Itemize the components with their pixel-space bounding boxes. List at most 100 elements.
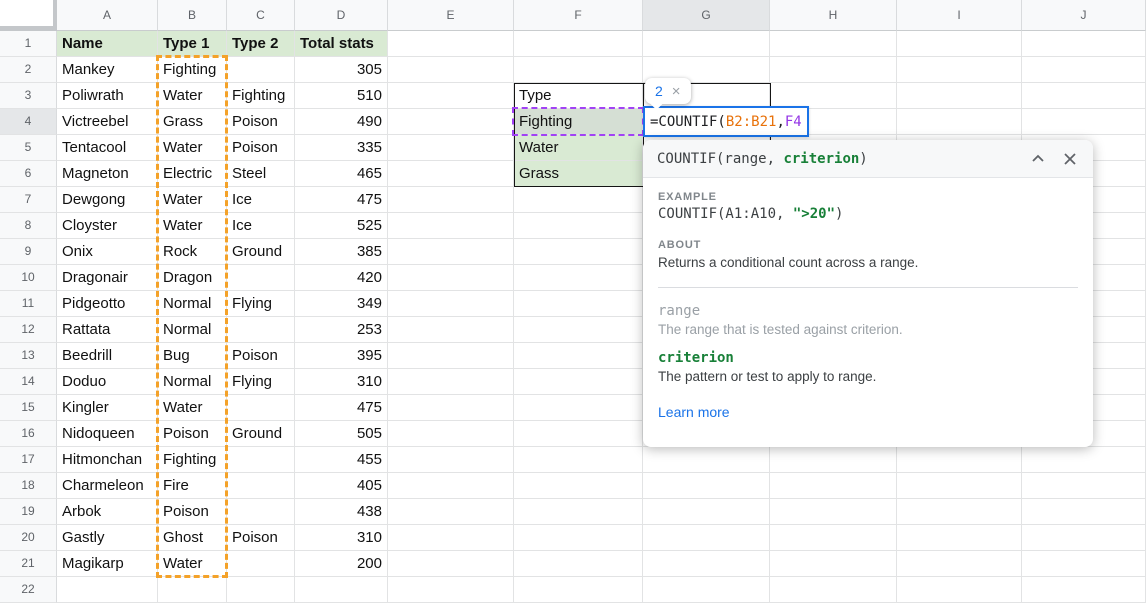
cell-I20[interactable] [897,525,1022,551]
cell-A15[interactable]: Kingler [57,395,158,421]
cell-E15[interactable] [388,395,514,421]
learn-more-link[interactable]: Learn more [658,404,730,420]
cell-E17[interactable] [388,447,514,473]
cell-A22[interactable] [57,577,158,603]
row-header-16[interactable]: 16 [0,421,57,447]
cell-B8[interactable]: Water [158,213,227,239]
row-header-12[interactable]: 12 [0,317,57,343]
row-header-4[interactable]: 4 [0,109,57,135]
cell-C13[interactable]: Poison [227,343,295,369]
cell-G19[interactable] [643,499,770,525]
cell-D10[interactable]: 420 [295,265,388,291]
cell-C18[interactable] [227,473,295,499]
cell-B2[interactable]: Fighting [158,57,227,83]
row-header-10[interactable]: 10 [0,265,57,291]
column-header-B[interactable]: B [158,0,227,31]
cell-D18[interactable]: 405 [295,473,388,499]
cell-H1[interactable] [770,31,897,57]
cell-C22[interactable] [227,577,295,603]
row-header-15[interactable]: 15 [0,395,57,421]
cell-F6[interactable]: Grass [514,161,643,187]
cell-I2[interactable] [897,57,1022,83]
cell-C14[interactable]: Flying [227,369,295,395]
cell-H17[interactable] [770,447,897,473]
cell-J21[interactable] [1022,551,1146,577]
row-header-19[interactable]: 19 [0,499,57,525]
cell-D3[interactable]: 510 [295,83,388,109]
cell-E18[interactable] [388,473,514,499]
cell-D4[interactable]: 490 [295,109,388,135]
cell-D17[interactable]: 455 [295,447,388,473]
cell-C19[interactable] [227,499,295,525]
cell-G1[interactable] [643,31,770,57]
cell-G20[interactable] [643,525,770,551]
cell-J2[interactable] [1022,57,1146,83]
column-header-H[interactable]: H [770,0,897,31]
cell-J20[interactable] [1022,525,1146,551]
cell-C5[interactable]: Poison [227,135,295,161]
cell-D9[interactable]: 385 [295,239,388,265]
cell-F22[interactable] [514,577,643,603]
cell-B21[interactable]: Water [158,551,227,577]
cell-H19[interactable] [770,499,897,525]
row-header-9[interactable]: 9 [0,239,57,265]
row-header-8[interactable]: 8 [0,213,57,239]
cell-J4[interactable] [1022,109,1146,135]
cell-D11[interactable]: 349 [295,291,388,317]
cell-B1[interactable]: Type 1 [158,31,227,57]
row-header-14[interactable]: 14 [0,369,57,395]
cell-F5[interactable]: Water [514,135,643,161]
cell-F7[interactable] [514,187,643,213]
cell-F13[interactable] [514,343,643,369]
cell-D2[interactable]: 305 [295,57,388,83]
cell-E6[interactable] [388,161,514,187]
cell-G18[interactable] [643,473,770,499]
cell-A21[interactable]: Magikarp [57,551,158,577]
column-header-E[interactable]: E [388,0,514,31]
cell-B22[interactable] [158,577,227,603]
cell-C4[interactable]: Poison [227,109,295,135]
cell-I17[interactable] [897,447,1022,473]
close-icon[interactable] [1061,150,1079,168]
cell-B9[interactable]: Rock [158,239,227,265]
row-header-13[interactable]: 13 [0,343,57,369]
cell-I1[interactable] [897,31,1022,57]
cell-F9[interactable] [514,239,643,265]
cell-D7[interactable]: 475 [295,187,388,213]
cell-B12[interactable]: Normal [158,317,227,343]
cell-F14[interactable] [514,369,643,395]
cell-I19[interactable] [897,499,1022,525]
cell-D1[interactable]: Total stats [295,31,388,57]
cell-A3[interactable]: Poliwrath [57,83,158,109]
cell-B18[interactable]: Fire [158,473,227,499]
cell-E22[interactable] [388,577,514,603]
cell-C1[interactable]: Type 2 [227,31,295,57]
cell-B6[interactable]: Electric [158,161,227,187]
cell-A17[interactable]: Hitmonchan [57,447,158,473]
cell-C15[interactable] [227,395,295,421]
cell-C10[interactable] [227,265,295,291]
cell-B4[interactable]: Grass [158,109,227,135]
cell-B14[interactable]: Normal [158,369,227,395]
cell-G21[interactable] [643,551,770,577]
cell-J19[interactable] [1022,499,1146,525]
cell-E10[interactable] [388,265,514,291]
cell-E20[interactable] [388,525,514,551]
cell-E12[interactable] [388,317,514,343]
column-header-I[interactable]: I [897,0,1022,31]
cell-E11[interactable] [388,291,514,317]
cell-H2[interactable] [770,57,897,83]
cell-C9[interactable]: Ground [227,239,295,265]
cell-E14[interactable] [388,369,514,395]
formula-input[interactable]: =COUNTIF(B2:B21,F4 [643,106,809,137]
row-header-6[interactable]: 6 [0,161,57,187]
cell-D12[interactable]: 253 [295,317,388,343]
cell-A13[interactable]: Beedrill [57,343,158,369]
cell-D20[interactable]: 310 [295,525,388,551]
cell-E21[interactable] [388,551,514,577]
cell-E9[interactable] [388,239,514,265]
cell-A12[interactable]: Rattata [57,317,158,343]
cell-C17[interactable] [227,447,295,473]
cell-A7[interactable]: Dewgong [57,187,158,213]
cell-B13[interactable]: Bug [158,343,227,369]
